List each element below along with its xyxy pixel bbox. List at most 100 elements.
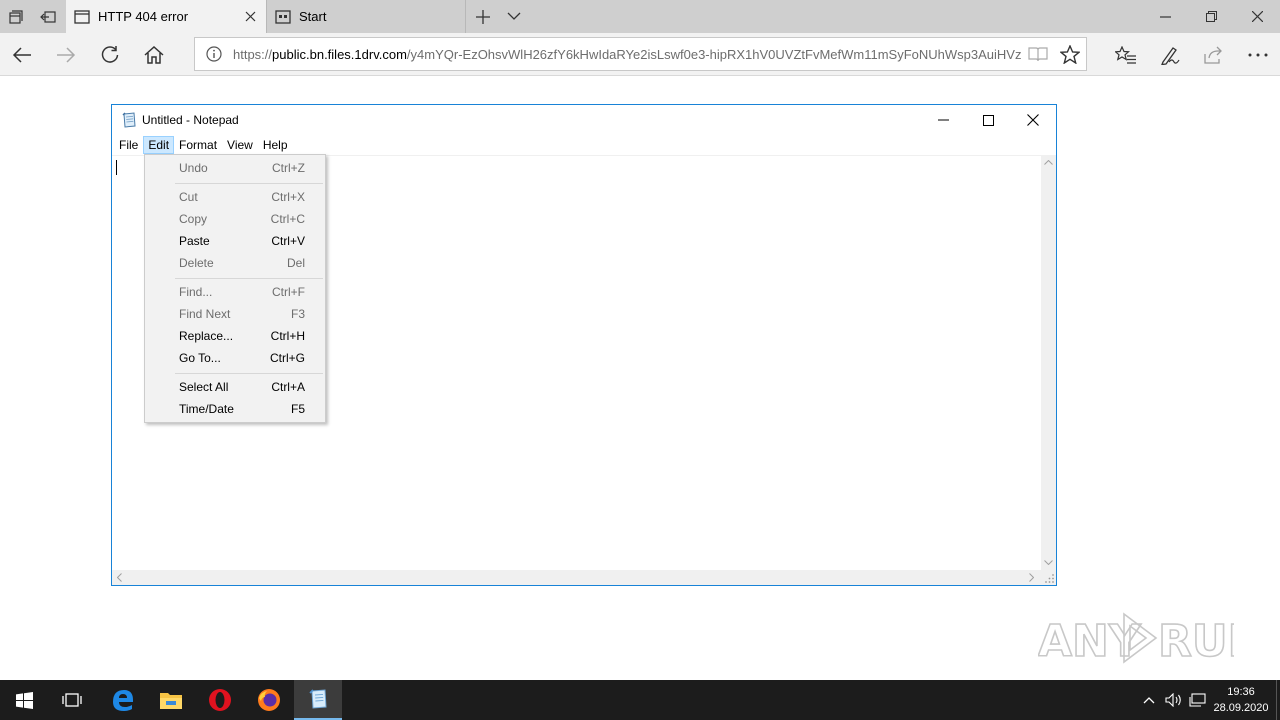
refresh-icon[interactable] xyxy=(88,33,132,76)
favorites-hub-icon[interactable] xyxy=(1104,33,1148,76)
firefox-icon[interactable] xyxy=(245,680,293,720)
restore-tabs-icon[interactable] xyxy=(32,0,64,33)
tab-http-404[interactable]: HTTP 404 error xyxy=(66,0,266,33)
menu-separator xyxy=(175,373,323,374)
menu-item-replace[interactable]: Replace... Ctrl+H xyxy=(147,325,323,347)
menu-view[interactable]: View xyxy=(222,136,258,154)
reading-view-icon[interactable] xyxy=(1022,38,1054,70)
menu-item-label: Paste xyxy=(179,234,210,248)
url-scheme: https:// xyxy=(233,46,273,62)
menu-item-label: Go To... xyxy=(179,351,221,365)
menu-item-select-all[interactable]: Select All Ctrl+A xyxy=(147,376,323,398)
menu-item-cut[interactable]: Cut Ctrl+X xyxy=(147,186,323,208)
network-icon[interactable] xyxy=(1186,680,1208,720)
show-hidden-icons-icon[interactable] xyxy=(1138,680,1160,720)
menu-item-shortcut: Ctrl+G xyxy=(269,351,305,365)
menu-item-label: Delete xyxy=(179,256,214,270)
notepad-maximize-button[interactable] xyxy=(965,105,1011,135)
notepad-title: Untitled - Notepad xyxy=(142,113,239,127)
menu-item-label: Replace... xyxy=(179,329,234,343)
clock-time: 19:36 xyxy=(1227,686,1255,698)
menu-item-shortcut: Ctrl+C xyxy=(270,212,305,226)
restore-window-button[interactable] xyxy=(1188,0,1234,33)
tab-title: HTTP 404 error xyxy=(98,9,189,24)
menu-item-label: Cut xyxy=(179,190,198,204)
menu-item-undo[interactable]: Undo Ctrl+Z xyxy=(147,157,323,179)
edge-icon[interactable] xyxy=(99,680,147,720)
page-icon xyxy=(74,9,90,25)
volume-icon[interactable] xyxy=(1162,680,1184,720)
scroll-up-icon[interactable] xyxy=(1041,155,1056,170)
menu-item-find[interactable]: Find... Ctrl+F xyxy=(147,281,323,303)
scroll-right-icon[interactable] xyxy=(1024,570,1039,585)
forward-icon[interactable] xyxy=(44,33,88,76)
clock-date: 28.09.2020 xyxy=(1213,702,1269,714)
menu-item-shortcut: Ctrl+X xyxy=(271,190,305,204)
scroll-left-icon[interactable] xyxy=(112,570,127,585)
text-caret xyxy=(116,160,117,175)
vertical-scrollbar[interactable] xyxy=(1041,155,1056,570)
notepad-app-icon xyxy=(122,112,136,128)
task-view-icon[interactable] xyxy=(48,680,96,720)
file-explorer-icon[interactable] xyxy=(147,680,195,720)
address-url[interactable]: https://public.bn.files.1drv.com/y4mYQr-… xyxy=(233,47,1022,62)
svg-text:RUN: RUN xyxy=(1158,616,1234,667)
menu-format[interactable]: Format xyxy=(174,136,222,154)
menu-item-paste[interactable]: Paste Ctrl+V xyxy=(147,230,323,252)
menu-item-label: Find... xyxy=(179,285,213,299)
horizontal-scrollbar[interactable] xyxy=(112,570,1041,585)
tab-start[interactable]: Start xyxy=(266,0,466,33)
new-tab-icon[interactable] xyxy=(466,0,500,33)
site-info-icon[interactable] xyxy=(195,46,233,62)
url-host: public.bn.files.1drv.com xyxy=(272,46,407,62)
resize-grip-icon[interactable] xyxy=(1041,570,1056,585)
menu-edit[interactable]: Edit xyxy=(143,136,175,154)
menu-item-shortcut: Ctrl+A xyxy=(271,380,305,394)
anyrun-watermark: ANY RUN xyxy=(1038,608,1238,668)
menu-item-label: Undo xyxy=(179,161,208,175)
notepad-menu-bar: File Edit Format View Help xyxy=(112,135,1056,155)
more-icon[interactable] xyxy=(1236,33,1280,76)
menu-item-shortcut: Del xyxy=(286,256,305,270)
notepad-minimize-button[interactable] xyxy=(920,105,966,135)
system-clock[interactable]: 19:36 28.09.2020 xyxy=(1208,680,1274,720)
menu-item-shortcut: Ctrl+V xyxy=(271,234,305,248)
menu-file[interactable]: File xyxy=(114,136,143,154)
menu-item-go-to[interactable]: Go To... Ctrl+G xyxy=(147,347,323,369)
menu-item-delete[interactable]: Delete Del xyxy=(147,252,323,274)
menu-item-shortcut: F5 xyxy=(290,402,305,416)
menu-help[interactable]: Help xyxy=(258,136,293,154)
home-icon[interactable] xyxy=(132,33,176,76)
close-window-button[interactable] xyxy=(1234,0,1280,33)
start-icon[interactable] xyxy=(0,680,48,720)
notepad-icon[interactable] xyxy=(294,680,342,720)
anyrun-logo-icon: ANY RUN xyxy=(1038,612,1234,668)
tab-set-aside-icon[interactable] xyxy=(0,0,32,33)
show-desktop-button[interactable] xyxy=(1276,680,1280,720)
menu-item-find-next[interactable]: Find Next F3 xyxy=(147,303,323,325)
minimize-window-button[interactable] xyxy=(1142,0,1188,33)
menu-item-copy[interactable]: Copy Ctrl+C xyxy=(147,208,323,230)
url-path: /y4mYQr-EzOhsvWlH26zfY6kHwIdaRYe2isLswf0… xyxy=(406,46,1022,62)
menu-item-label: Copy xyxy=(179,212,208,226)
menu-item-label: Find Next xyxy=(179,307,231,321)
opera-icon[interactable] xyxy=(196,680,244,720)
notepad-title-bar[interactable]: Untitled - Notepad xyxy=(112,105,1056,135)
favorite-star-icon[interactable] xyxy=(1054,38,1086,70)
menu-item-shortcut: Ctrl+Z xyxy=(272,161,305,175)
add-notes-icon[interactable] xyxy=(1148,33,1192,76)
browser-navigation-bar: https://public.bn.files.1drv.com/y4mYQr-… xyxy=(0,33,1280,76)
edit-menu-dropdown: Undo Ctrl+Z Cut Ctrl+X Copy Ctrl+C Paste Ctr… xyxy=(144,154,326,423)
tab-title: Start xyxy=(299,9,327,24)
browser-tab-bar: HTTP 404 error Start xyxy=(0,0,1280,33)
share-icon[interactable] xyxy=(1192,33,1236,76)
address-bar[interactable]: https://public.bn.files.1drv.com/y4mYQr-… xyxy=(194,37,1087,71)
notepad-close-button[interactable] xyxy=(1010,105,1056,135)
close-tab-icon[interactable] xyxy=(234,0,266,33)
scroll-down-icon[interactable] xyxy=(1041,555,1056,570)
menu-item-shortcut: Ctrl+H xyxy=(270,329,305,343)
menu-item-time-date[interactable]: Time/Date F5 xyxy=(147,398,323,420)
menu-item-label: Time/Date xyxy=(179,402,234,416)
back-icon[interactable] xyxy=(0,33,44,76)
tab-preview-icon[interactable] xyxy=(498,0,530,33)
